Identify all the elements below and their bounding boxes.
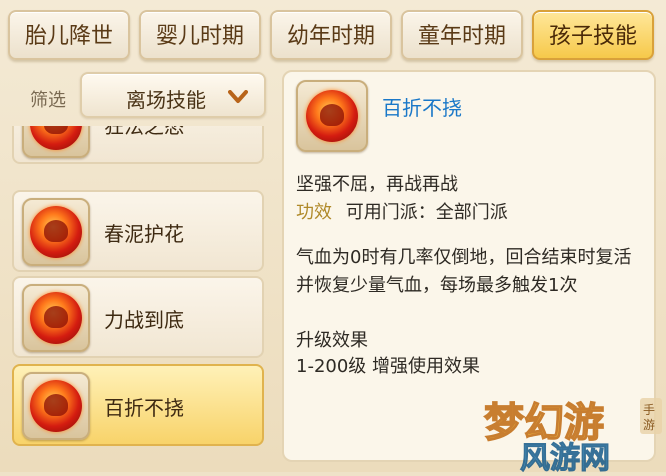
tab-bar: 胎儿降世 婴儿时期 幼年时期 童年时期 孩子技能 (8, 10, 658, 62)
skill-item-label: 力战到底 (104, 308, 184, 332)
svg-text:梦幻游: 梦幻游 (484, 400, 604, 446)
filter-selected-value: 离场技能 (126, 88, 206, 112)
upgrade-text: 1-200级 增强使用效果 (296, 356, 481, 377)
filter-dropdown[interactable]: 离场技能 (80, 72, 266, 118)
skill-item-fight[interactable]: 力战到底 (12, 276, 264, 358)
tab-childhood[interactable]: 童年时期 (401, 10, 523, 60)
skill-list[interactable]: 狂法之怒 春泥护花 力战到底 百折不挠 (8, 126, 270, 460)
upgrade-label: 升级效果 (296, 330, 368, 351)
svg-text:风游网: 风游网 (520, 441, 610, 472)
skill-item-label: 春泥护花 (104, 222, 184, 246)
skill-item-spring-mud[interactable]: 春泥护花 (12, 190, 264, 272)
svg-text:手: 手 (643, 403, 655, 417)
tab-fetal[interactable]: 胎儿降世 (8, 10, 130, 60)
skill-effect-row: 功效 可用门派：全部门派 (296, 198, 508, 224)
skill-name: 百折不挠 (382, 96, 462, 120)
tab-toddler[interactable]: 幼年时期 (270, 10, 392, 60)
chevron-down-icon (228, 89, 248, 108)
skill-item-label: 狂法之怒 (104, 126, 184, 138)
skill-item-resilience[interactable]: 百折不挠 (12, 364, 264, 446)
fight-flame-icon (22, 284, 90, 352)
tab-infant[interactable]: 婴儿时期 (139, 10, 261, 60)
skill-description: 气血为0时有几率仅倒地，回合结束时复活并恢复少量气血，每场最多触发1次 (296, 247, 632, 296)
filter-label: 筛选 (30, 90, 66, 111)
flower-heart-icon (22, 198, 90, 266)
resilience-flame-icon (22, 372, 90, 440)
skill-item-label: 百折不挠 (104, 396, 184, 420)
skill-subtitle: 坚强不屈，再战再战 (296, 174, 458, 195)
skills-window: 胎儿降世 婴儿时期 幼年时期 童年时期 孩子技能 筛选 离场技能 狂法之怒 春泥… (0, 0, 666, 476)
effect-label: 功效 (296, 202, 332, 223)
resilience-flame-icon (296, 80, 368, 152)
effect-text: 可用门派：全部门派 (345, 202, 508, 223)
svg-text:游: 游 (643, 418, 655, 432)
site-watermark-logo: 梦幻游 风游网 手 游 (480, 392, 666, 476)
rage-flame-icon (22, 126, 90, 158)
tab-child-skills[interactable]: 孩子技能 (532, 10, 654, 60)
skill-item-rage[interactable]: 狂法之怒 (12, 126, 264, 164)
